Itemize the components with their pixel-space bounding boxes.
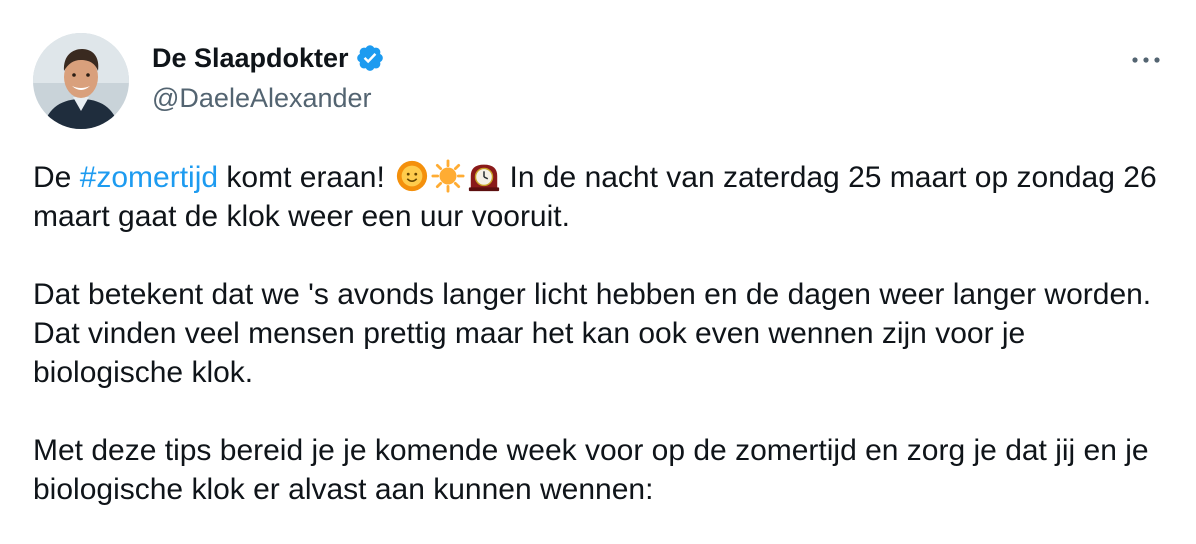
text-segment: komt eraan! (218, 161, 385, 194)
mantelpiece-clock-icon (467, 159, 501, 193)
tweet-paragraph-1: De #zomertijd komt eraan! In de nacht va… (33, 158, 1163, 236)
author-display-name[interactable]: De Slaapdokter (152, 40, 349, 76)
tweet-card: De Slaapdokter @DaeleAlexander De #zomer… (0, 0, 1196, 544)
tweet-paragraph-2: Dat betekent dat we 's avonds langer lic… (33, 278, 1152, 389)
tweet-paragraph-3: Met deze tips bereid je je komende week … (33, 434, 1149, 506)
author-name-row: De Slaapdokter (152, 40, 385, 76)
avatar[interactable] (33, 33, 129, 129)
verified-badge-icon[interactable] (355, 43, 385, 73)
text-segment: De (33, 161, 80, 194)
tweet-text: De #zomertijd komt eraan! In de nacht va… (33, 158, 1163, 509)
hashtag-link[interactable]: #zomertijd (80, 161, 218, 194)
author-handle[interactable]: @DaeleAlexander (152, 80, 372, 116)
smiling-sun-icon (395, 159, 429, 193)
more-options-icon (1132, 57, 1160, 63)
more-options-button[interactable] (1126, 42, 1166, 78)
sun-icon (431, 159, 465, 193)
avatar-photo (33, 33, 129, 129)
